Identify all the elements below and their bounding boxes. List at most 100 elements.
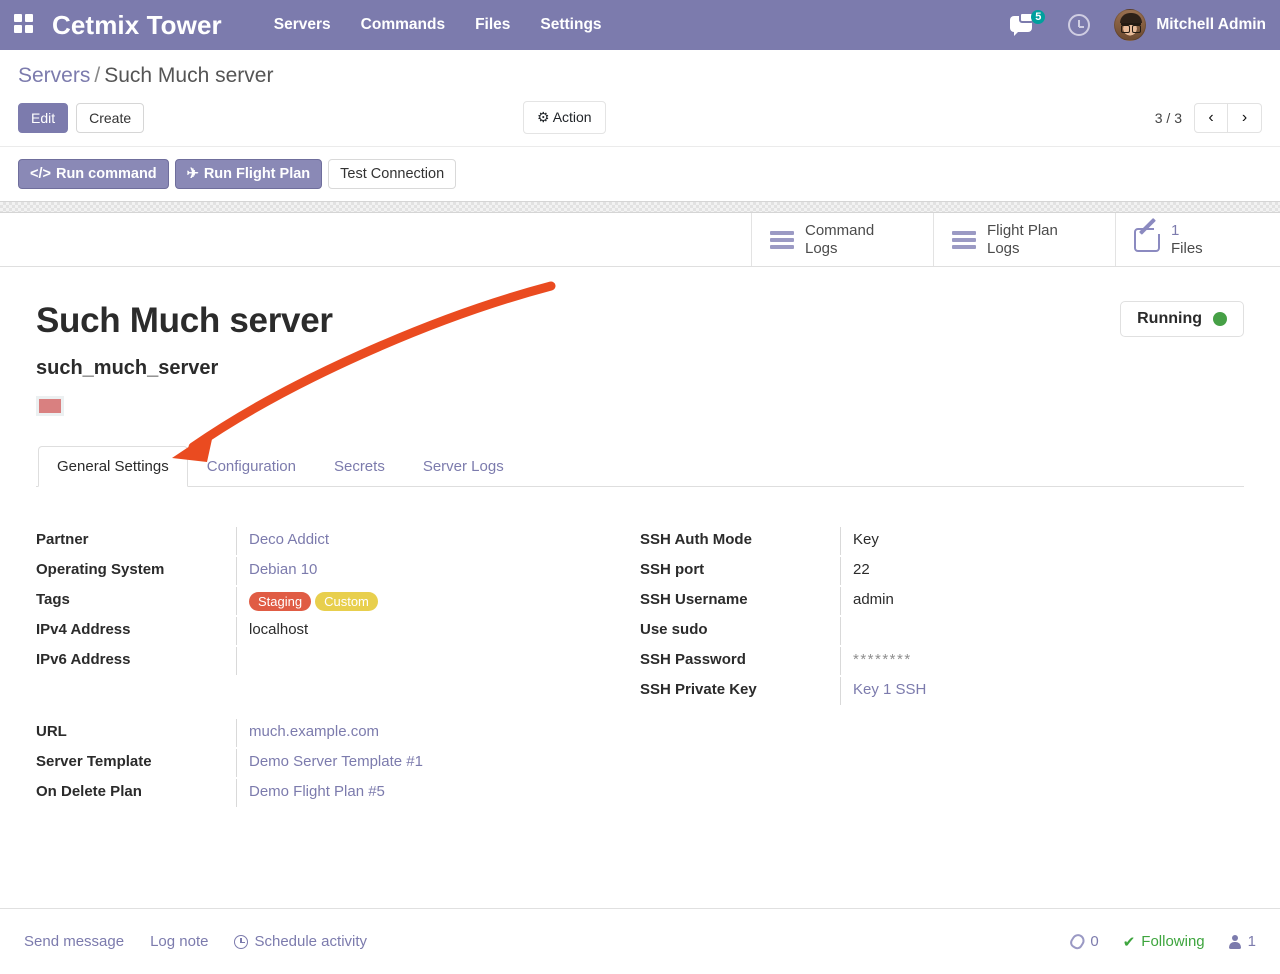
clock-icon [234, 934, 249, 949]
general-settings-page: Partner Deco Addict Operating System Deb… [36, 527, 1244, 809]
check-icon: ✔ [1122, 933, 1136, 951]
field-ipv4-address: IPv4 Address localhost [36, 617, 600, 647]
color-swatch[interactable] [36, 396, 64, 416]
field-value-ssh-private-key[interactable]: Key 1 SSH [840, 677, 1204, 705]
stat-button-flight-plan-logs[interactable]: Flight Plan Logs [933, 213, 1115, 266]
field-ssh-password: SSH Password ******** [640, 647, 1204, 677]
field-label-on-delete-plan: On Delete Plan [36, 783, 142, 800]
followers-count: 1 [1247, 933, 1256, 950]
chatter-bar: Send message Log note Schedule activity … [0, 908, 1280, 974]
breadcrumb-servers[interactable]: Servers [18, 64, 90, 87]
list-lines-icon [770, 230, 794, 249]
schedule-activity-button[interactable]: Schedule activity [234, 933, 367, 950]
field-label-operating-system: Operating System [36, 561, 165, 578]
user-name: Mitchell Admin [1156, 16, 1266, 33]
field-label-server-template: Server Template [36, 753, 152, 770]
record-action-buttons: </> Run command ✈ Run Flight Plan Test C… [0, 146, 1280, 201]
schedule-activity-label: Schedule activity [254, 933, 368, 950]
field-group-left-2: URL much.example.com Server Template Dem… [36, 719, 600, 809]
code-icon: </> [30, 166, 51, 182]
field-partner: Partner Deco Addict [36, 527, 600, 557]
gear-icon: ⚙ [537, 109, 550, 125]
navbar-right: 5 Mitchell Admin [1010, 9, 1266, 41]
form-sheet: Such Much server such_much_server Runnin… [0, 267, 1280, 809]
following-label: Following [1141, 933, 1205, 950]
field-label-ssh-private-key: SSH Private Key [640, 681, 757, 698]
edit-button[interactable]: Edit [18, 102, 69, 134]
pager-value: 3 / 3 [1154, 110, 1182, 126]
action-button[interactable]: ⚙ Action [523, 101, 606, 134]
field-group-left: Partner Deco Addict Operating System Deb… [36, 527, 640, 809]
status-dot-icon [1213, 312, 1227, 326]
field-server-template: Server Template Demo Server Template #1 [36, 749, 600, 779]
field-group-right: SSH Auth Mode Key SSH port 22 SSH Userna… [640, 527, 1244, 809]
menu-item-files[interactable]: Files [475, 16, 510, 34]
run-flight-plan-button[interactable]: ✈ Run Flight Plan [174, 159, 323, 189]
files-count: 1 [1171, 221, 1180, 239]
page-title: Such Much server [36, 301, 333, 340]
menu-item-servers[interactable]: Servers [274, 16, 331, 34]
field-tags: Tags Staging Custom [36, 587, 600, 617]
stat-button-command-logs[interactable]: Command Logs [751, 213, 933, 266]
tag-staging[interactable]: Staging [249, 592, 312, 611]
field-ipv6-address: IPv6 Address [36, 647, 600, 677]
field-value-ssh-auth-mode: Key [840, 527, 1204, 555]
breadcrumb-separator: / [94, 64, 101, 87]
field-value-on-delete-plan[interactable]: Demo Flight Plan #5 [236, 779, 600, 807]
create-button[interactable]: Create [76, 102, 145, 134]
action-button-label: Action [552, 109, 592, 125]
run-command-label: Run command [55, 166, 157, 182]
tab-general-settings[interactable]: General Settings [38, 446, 188, 487]
pencil-square-icon [1134, 223, 1164, 252]
tab-configuration[interactable]: Configuration [188, 446, 315, 487]
plane-icon: ✈ [186, 166, 199, 182]
notebook-tabs: General Settings Configuration Secrets S… [36, 446, 1244, 487]
field-value-use-sudo [840, 617, 1204, 645]
message-bubble-icon[interactable]: 5 [1010, 10, 1046, 38]
attachments-counter[interactable]: 0 [1068, 931, 1099, 952]
field-value-operating-system[interactable]: Debian 10 [236, 557, 600, 585]
log-note-button[interactable]: Log note [150, 933, 208, 950]
field-value-ssh-username: admin [840, 587, 1204, 615]
apps-grid-icon[interactable] [14, 14, 36, 36]
record-header: Such Much server such_much_server Runnin… [36, 301, 1244, 416]
field-value-ipv4-address: localhost [236, 617, 600, 645]
stat-label-command-logs: Command Logs [805, 221, 875, 257]
clock-icon[interactable] [1068, 14, 1091, 36]
chevron-right-icon[interactable]: › [1228, 103, 1262, 133]
stat-button-files[interactable]: 1 Files [1115, 213, 1280, 266]
field-ssh-port: SSH port 22 [640, 557, 1204, 587]
run-command-button[interactable]: </> Run command [18, 159, 169, 189]
stat-button-box: Command Logs Flight Plan Logs 1 Files [0, 213, 1280, 267]
field-value-partner[interactable]: Deco Addict [236, 527, 600, 555]
stat-label-files: 1 Files [1171, 221, 1203, 257]
menu-item-commands[interactable]: Commands [361, 16, 445, 34]
field-label-ssh-port: SSH port [640, 561, 705, 578]
field-use-sudo: Use sudo [640, 617, 1204, 647]
send-message-button[interactable]: Send message [24, 933, 124, 950]
field-ssh-auth-mode: SSH Auth Mode Key [640, 527, 1204, 557]
test-connection-button[interactable]: Test Connection [328, 159, 457, 189]
field-label-ssh-auth-mode: SSH Auth Mode [640, 531, 752, 548]
field-ssh-username: SSH Username admin [640, 587, 1204, 617]
avatar [1114, 9, 1147, 41]
following-button[interactable]: ✔ Following [1123, 933, 1205, 951]
run-flight-plan-label: Run Flight Plan [203, 166, 311, 182]
control-panel: Servers / Such Much server Edit Create ⚙ A… [0, 50, 1280, 135]
field-value-tags[interactable]: Staging Custom [236, 587, 600, 615]
followers-counter[interactable]: 1 [1229, 933, 1256, 950]
field-label-ipv4-address: IPv4 Address [36, 621, 131, 638]
main-menu: Servers Commands Files Settings [274, 16, 602, 34]
chevron-left-icon[interactable]: ‹ [1194, 103, 1228, 133]
tag-custom[interactable]: Custom [315, 592, 378, 611]
menu-item-settings[interactable]: Settings [540, 16, 601, 34]
user-menu[interactable]: Mitchell Admin [1114, 9, 1266, 41]
brand-title[interactable]: Cetmix Tower [52, 10, 222, 41]
tab-server-logs[interactable]: Server Logs [404, 446, 523, 487]
field-value-url[interactable]: much.example.com [236, 719, 600, 747]
status-badge[interactable]: Running [1120, 301, 1244, 337]
field-value-server-template[interactable]: Demo Server Template #1 [236, 749, 600, 777]
breadcrumb: Servers / Such Much server [18, 64, 1262, 88]
field-label-tags: Tags [36, 591, 70, 608]
tab-secrets[interactable]: Secrets [315, 446, 404, 487]
